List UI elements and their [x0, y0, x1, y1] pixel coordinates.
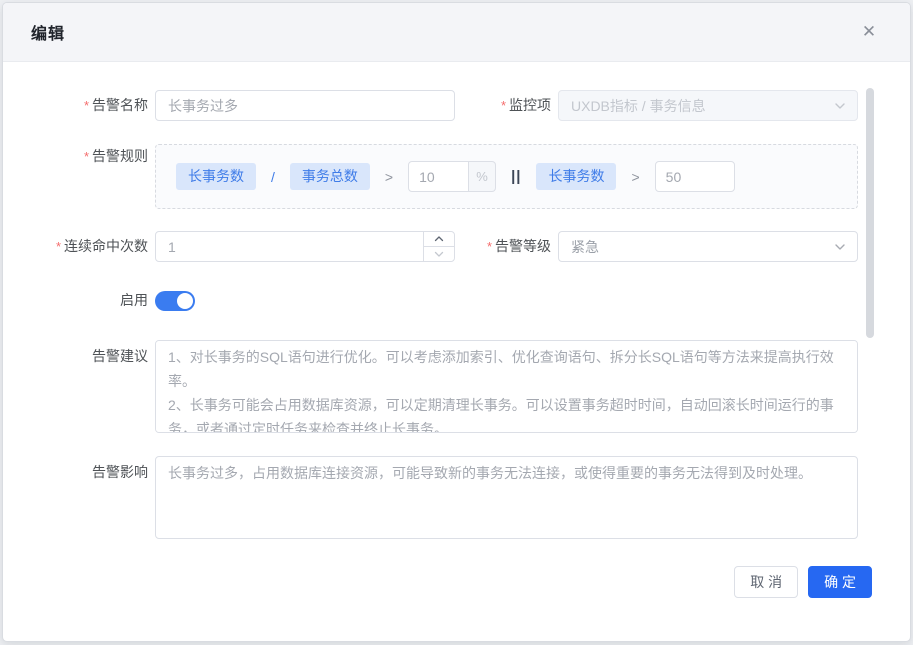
chevron-up-icon [434, 235, 444, 243]
divide-operator: / [271, 169, 275, 185]
greater-than-operator-2: > [631, 169, 639, 185]
close-icon[interactable]: ✕ [856, 19, 882, 45]
alert-rule-label: *告警规则 [31, 144, 148, 167]
row-name-monitor: *告警名称 *监控项 UXDB指标 / 事务信息 [31, 90, 910, 121]
dialog-footer: 取 消 确 定 [31, 562, 910, 598]
alert-level-label: *告警等级 [455, 231, 551, 262]
alert-level-value: 紧急 [571, 237, 599, 257]
dialog-header: 编辑 ✕ [3, 3, 910, 62]
confirm-button[interactable]: 确 定 [808, 566, 872, 598]
alert-level-select[interactable]: 紧急 [558, 231, 858, 262]
impact-label: 告警影响 [31, 456, 148, 482]
required-mark: * [84, 98, 89, 113]
dialog-title: 编辑 [31, 20, 65, 44]
monitor-item-label: *监控项 [455, 90, 551, 121]
impact-textarea[interactable]: 长事务过多，占用数据库连接资源，可能导致新的事务无法连接，或使得重要的事务无法得… [155, 456, 858, 539]
required-mark: * [56, 239, 61, 254]
metric-tag-total-txn[interactable]: 事务总数 [290, 163, 370, 190]
greater-than-operator: > [385, 169, 393, 185]
percent-threshold-input[interactable] [408, 161, 469, 192]
metric-tag-long-txn[interactable]: 长事务数 [176, 163, 256, 190]
suggestion-textarea[interactable]: 1、对长事务的SQL语句进行优化。可以考虑添加索引、优化查询语句、拆分长SQL语… [155, 340, 858, 433]
hit-count-stepper [155, 231, 455, 262]
stepper-up-button[interactable] [424, 232, 454, 246]
row-suggestion: 告警建议 1、对长事务的SQL语句进行优化。可以考虑添加索引、优化查询语句、拆分… [31, 340, 910, 433]
row-hit-level: *连续命中次数 *告警等级 紧急 [31, 231, 910, 262]
alert-rule-expression: 长事务数 / 事务总数 > % || 长事务数 > [155, 144, 858, 209]
stepper-buttons [423, 232, 454, 261]
hit-count-input[interactable] [155, 231, 455, 262]
or-operator: || [511, 168, 521, 185]
toggle-knob [177, 293, 193, 309]
row-enable: 启用 [31, 285, 910, 316]
required-mark: * [487, 239, 492, 254]
scrollbar[interactable] [866, 88, 874, 338]
metric-tag-long-txn-2[interactable]: 长事务数 [536, 163, 616, 190]
row-alert-rule: *告警规则 长事务数 / 事务总数 > % || 长事务数 > [31, 144, 910, 209]
enable-label: 启用 [31, 285, 148, 316]
monitor-item-value: UXDB指标 / 事务信息 [571, 96, 706, 116]
chevron-down-icon [833, 99, 847, 113]
count-threshold-input[interactable] [655, 161, 735, 192]
required-mark: * [501, 98, 506, 113]
cancel-button[interactable]: 取 消 [734, 566, 798, 598]
chevron-down-icon [434, 250, 444, 258]
row-impact: 告警影响 长事务过多，占用数据库连接资源，可能导致新的事务无法连接，或使得重要的… [31, 456, 910, 539]
chevron-down-icon [833, 240, 847, 254]
alert-name-input[interactable] [155, 90, 455, 121]
percent-unit: % [469, 161, 496, 192]
required-mark: * [84, 149, 89, 164]
stepper-down-button[interactable] [424, 246, 454, 261]
edit-dialog: 编辑 ✕ *告警名称 *监控项 UXDB指标 / 事务信息 *告警规则 长事务数… [2, 2, 911, 642]
monitor-item-select[interactable]: UXDB指标 / 事务信息 [558, 90, 858, 121]
hit-count-label: *连续命中次数 [31, 231, 148, 262]
suggestion-label: 告警建议 [31, 340, 148, 366]
dialog-body: *告警名称 *监控项 UXDB指标 / 事务信息 *告警规则 长事务数 / 事务… [3, 62, 910, 598]
alert-name-label: *告警名称 [31, 90, 148, 121]
percent-threshold-group: % [408, 161, 496, 192]
enable-toggle[interactable] [155, 291, 195, 311]
